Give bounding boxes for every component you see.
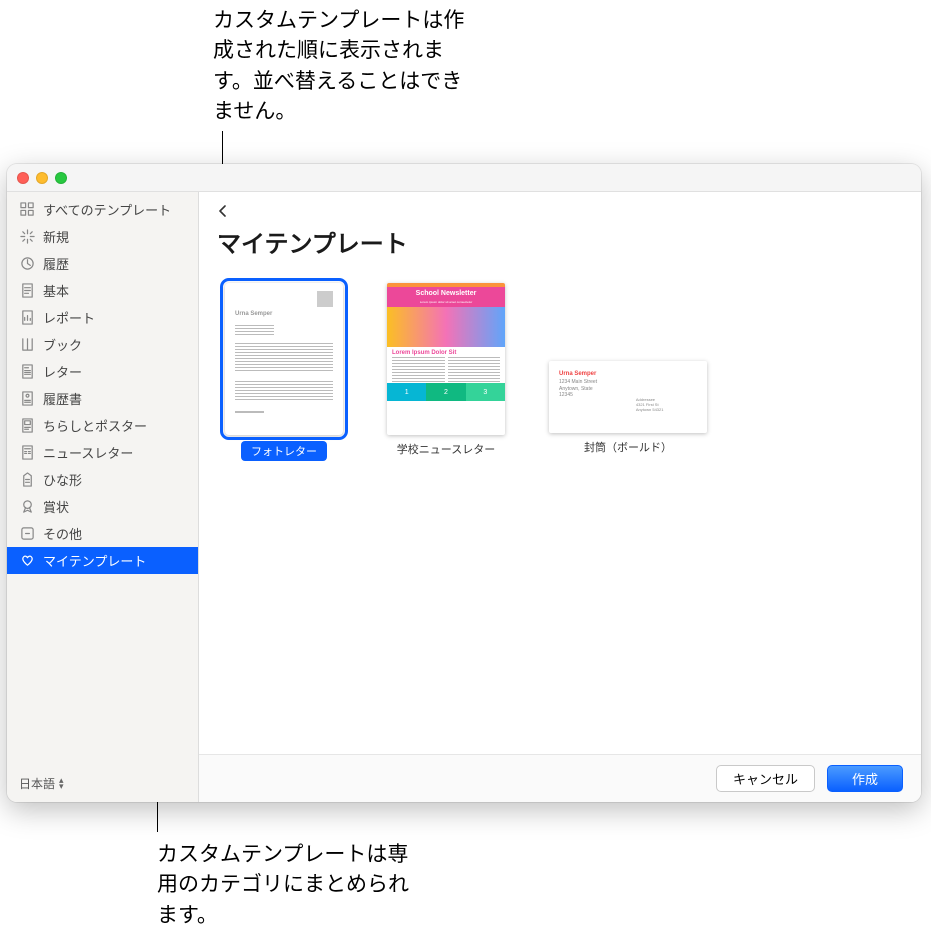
clock-icon: [19, 256, 35, 272]
sidebar-item-label: ブック: [43, 335, 82, 354]
award-icon: [19, 499, 35, 515]
sidebar-item-label: マイテンプレート: [43, 551, 146, 570]
sidebar-item-label: 履歴: [43, 254, 69, 273]
sidebar-item-label: ニュースレター: [43, 443, 133, 462]
template-thumbnail[interactable]: Urna Semper 1234 Main StreetAnytown, Sta…: [549, 361, 707, 433]
category-sidebar: すべてのテンプレート 新規 履歴 基本 レポート ブック レター 履歴書 ちらし…: [7, 192, 199, 802]
template-thumbnail[interactable]: School Newsletter Lorem ipsum dolor sit …: [387, 283, 505, 435]
sidebar-item-label: すべてのテンプレート: [43, 200, 171, 219]
other-icon: [19, 526, 35, 542]
template-thumbnail[interactable]: Urna Semper: [225, 283, 343, 435]
sidebar-item-letter[interactable]: レター: [7, 358, 198, 385]
sidebar-item-poster[interactable]: ちらしとポスター: [7, 412, 198, 439]
sidebar-item-label: ちらしとポスター: [43, 416, 147, 435]
back-button[interactable]: [217, 202, 235, 220]
sidebar-item-award[interactable]: 賞状: [7, 493, 198, 520]
template-item[interactable]: Urna Semper フォトレター: [225, 283, 343, 461]
sidebar-item-label: その他: [43, 524, 82, 543]
callout-bottom: カスタムテンプレートは専用のカテゴリにまとめられます。: [157, 840, 417, 931]
poster-icon: [19, 418, 35, 434]
zoom-window-button[interactable]: [55, 172, 67, 184]
minimize-window-button[interactable]: [36, 172, 48, 184]
sidebar-item-label: レポート: [43, 308, 95, 327]
book-icon: [19, 337, 35, 353]
sidebar-item-other[interactable]: その他: [7, 520, 198, 547]
thumb-title: School Newsletter: [387, 287, 505, 300]
sidebar-item-stationery[interactable]: ひな形: [7, 466, 198, 493]
sidebar-item-grid[interactable]: すべてのテンプレート: [7, 196, 198, 223]
newsletter-icon: [19, 445, 35, 461]
window-titlebar: [7, 164, 921, 192]
sidebar-item-label: 新規: [43, 227, 69, 246]
report-icon: [19, 310, 35, 326]
thumb-name: Urna Semper: [235, 311, 333, 319]
sidebar-item-heart[interactable]: マイテンプレート: [7, 547, 198, 574]
template-label: 学校ニュースレター: [397, 441, 495, 457]
sidebar-item-label: 賞状: [43, 497, 69, 516]
heart-icon: [19, 553, 35, 569]
sidebar-item-label: レター: [43, 362, 82, 381]
cancel-button[interactable]: キャンセル: [716, 765, 815, 792]
sidebar-item-clock[interactable]: 履歴: [7, 250, 198, 277]
sidebar-item-label: 履歴書: [43, 389, 82, 408]
updown-icon: ▴▾: [59, 778, 64, 789]
sidebar-item-book[interactable]: ブック: [7, 331, 198, 358]
letter-icon: [19, 364, 35, 380]
stationery-icon: [19, 472, 35, 488]
create-button[interactable]: 作成: [827, 765, 903, 792]
language-label: 日本語: [19, 775, 55, 792]
page-title: マイテンプレート: [217, 224, 903, 267]
template-chooser-window: すべてのテンプレート 新規 履歴 基本 レポート ブック レター 履歴書 ちらし…: [7, 164, 921, 802]
dialog-footer: キャンセル 作成: [199, 754, 921, 802]
thumb-from: Urna Semper: [559, 371, 697, 377]
sidebar-item-page[interactable]: 基本: [7, 277, 198, 304]
template-grid: Urna Semper フォトレター School Newsletter Lor…: [199, 271, 921, 754]
template-label: 封筒（ボールド）: [584, 439, 672, 455]
close-window-button[interactable]: [17, 172, 29, 184]
main-panel: マイテンプレート Urna Semper フォトレター School Newsl…: [199, 192, 921, 802]
page-icon: [19, 283, 35, 299]
grid-icon: [19, 202, 35, 218]
sidebar-item-sparkle[interactable]: 新規: [7, 223, 198, 250]
resume-icon: [19, 391, 35, 407]
template-label: フォトレター: [241, 441, 327, 461]
sidebar-item-newsletter[interactable]: ニュースレター: [7, 439, 198, 466]
template-item[interactable]: School Newsletter Lorem ipsum dolor sit …: [387, 283, 505, 457]
sidebar-item-label: 基本: [43, 281, 69, 300]
sparkle-icon: [19, 229, 35, 245]
sidebar-item-report[interactable]: レポート: [7, 304, 198, 331]
template-item[interactable]: Urna Semper 1234 Main StreetAnytown, Sta…: [549, 283, 707, 455]
language-picker[interactable]: 日本語 ▴▾: [7, 765, 198, 802]
thumb-subtitle: Lorem Ipsum Dolor Sit: [387, 347, 505, 357]
sidebar-item-resume[interactable]: 履歴書: [7, 385, 198, 412]
sidebar-item-label: ひな形: [43, 470, 82, 489]
callout-top: カスタムテンプレートは作成された順に表示されます。並べ替えることはできません。: [213, 6, 473, 128]
